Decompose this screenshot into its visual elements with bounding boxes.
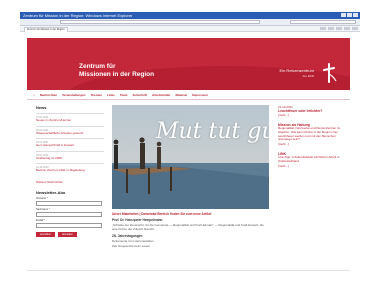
print-icon[interactable]	[336, 27, 342, 30]
home-icon[interactable]	[320, 27, 326, 30]
lastname-label: Nachname *	[36, 207, 50, 211]
teaser-block: LINK Link-Tipp: 3 Zukunftsfelder kirchli…	[278, 152, 344, 168]
feeds-icon[interactable]	[328, 27, 334, 30]
teaser-more-link[interactable]: [mehr...]	[278, 142, 344, 146]
nav-item-themen[interactable]: Themen	[91, 93, 103, 97]
cross-logo-icon[interactable]	[320, 62, 338, 84]
firstname-label: Vorname *	[36, 196, 48, 200]
search-input[interactable]	[290, 20, 356, 24]
close-button[interactable]	[353, 13, 358, 17]
article-subheading: ZfL Jahrestagungen	[112, 233, 143, 238]
window-title: Zentrum für Mission in der Region: Windo…	[23, 13, 133, 18]
news-item[interactable]: 20.01.2011 Wissenschaftliche Arbeiten ge…	[36, 125, 104, 139]
page-menu-icon[interactable]	[344, 27, 350, 30]
header-tagline: Ein Reformzentrum	[279, 68, 314, 73]
unsubscribe-button[interactable]: abmelden	[57, 231, 77, 237]
tools-menu-icon[interactable]	[352, 27, 358, 30]
email-label: E-Mail *	[36, 218, 45, 222]
nav-item-impressum[interactable]: Impressum	[192, 93, 208, 97]
site-title-line2: Missionen in der Region	[79, 71, 155, 78]
news-link[interactable]: Berliner Zentrum 2011 in Magdeburg	[36, 169, 104, 173]
url-input[interactable]	[60, 20, 260, 24]
browser-tab[interactable]: Zentrum für Mission in der Region	[24, 27, 68, 32]
address-bar	[20, 19, 360, 26]
news-item[interactable]: 21.12.2010 Berliner Zentrum 2011 in Magd…	[36, 163, 104, 176]
right-sidebar: 21.10.2011 Leuchtfeuer oder Irrlichter? …	[278, 105, 344, 174]
browser-tab-label: Zentrum für Mission in der Region	[27, 28, 65, 31]
teaser-block: Mission als Haltung Regionalität, Netzwe…	[278, 123, 344, 146]
hero-image[interactable]: Mut tut gut.	[112, 105, 269, 209]
nav-item-veranstaltungen[interactable]: Veranstaltungen	[62, 93, 85, 97]
email-field[interactable]	[36, 222, 102, 228]
footer-divider	[27, 270, 350, 271]
teaser-more-link[interactable]: [mehr...]	[278, 164, 344, 168]
maximize-button[interactable]	[347, 13, 352, 17]
nav-item-zeitschrift[interactable]: Zeitschrift	[132, 93, 147, 97]
nav-item-team[interactable]: Team	[120, 93, 128, 97]
command-bar	[320, 27, 358, 30]
left-sidebar: News 27.01.2011 Neues im Zentrum/Herzen …	[36, 105, 104, 237]
lastname-field[interactable]	[36, 211, 102, 217]
news-link[interactable]: Neues im Zentrum/Herzen	[36, 118, 104, 123]
more-news-link[interactable]: Weitere Nachrichten	[36, 180, 104, 184]
article-paragraph: Zeit Vorgesetzte beim Lesen	[112, 244, 151, 249]
news-item[interactable]: 03.01.2011 Studientag im 2009	[36, 150, 104, 164]
article-paragraph: Dokumente zum Herunterladen	[112, 238, 154, 243]
teaser-block: 21.10.2011 Leuchtfeuer oder Irrlichter? …	[278, 105, 344, 117]
site-title-line1: Zentrum für	[79, 63, 116, 70]
header-subtagline: der EKD	[302, 74, 314, 78]
news-link[interactable]: Studientag im 2009	[36, 156, 104, 161]
main-nav: ⌂ Nachrichten Veranstaltungen Themen Lin…	[27, 90, 350, 100]
hero-slogan: Mut tut gut.	[156, 119, 269, 144]
newsletter-heading: Newsletter-Abo	[36, 189, 66, 195]
tab-bar: Zentrum für Mission in der Region	[20, 26, 360, 32]
site-header: Zentrum für Missionen in der Region Ein …	[27, 38, 350, 90]
newsletter-buttons: anmelden abmelden	[36, 231, 104, 237]
nav-item-links[interactable]: Links	[107, 93, 115, 97]
window-titlebar: Zentrum für Mission in der Region: Windo…	[20, 12, 360, 19]
news-link[interactable]: Wissenschaftliche Arbeiten gesucht	[36, 131, 104, 136]
nav-icon[interactable]: ⌂	[33, 93, 35, 97]
nav-item-nachrichten[interactable]: Nachrichten	[40, 93, 57, 97]
article-paragraph: „Schätze der Zuversicht, für die Gemeind…	[112, 223, 264, 231]
minimize-button[interactable]	[341, 13, 346, 17]
teaser-text: Regionalität, Netzwerke und Dienst-Zentr…	[278, 126, 341, 142]
subscribe-button[interactable]: anmelden	[36, 231, 55, 237]
teaser-more-link[interactable]: [mehr...]	[278, 113, 344, 117]
article-author: Prof. Dr. Heinzpeter Hempelmann	[112, 218, 163, 222]
news-heading: News	[36, 105, 47, 110]
news-link[interactable]: Herr Hampel/Kraft in Einsatz	[36, 144, 104, 148]
news-item[interactable]: 14.01.2011 Herr Hampel/Kraft in Einsatz	[36, 138, 104, 151]
nav-item-material[interactable]: Material	[176, 93, 187, 97]
nav-item-arbeitsfelder[interactable]: Arbeitsfelder	[152, 93, 171, 97]
news-item[interactable]: 27.01.2011 Neues im Zentrum/Herzen	[36, 113, 104, 126]
firstname-field[interactable]	[36, 200, 102, 206]
teaser-text: Link-Tipp: 3 Zukunftsfelder kirchlicher …	[278, 155, 340, 163]
article-teaser: Unser Materialien | Download Bereich fin…	[112, 212, 269, 251]
article-headline[interactable]: Unser Materialien | Download Bereich fin…	[112, 212, 269, 216]
